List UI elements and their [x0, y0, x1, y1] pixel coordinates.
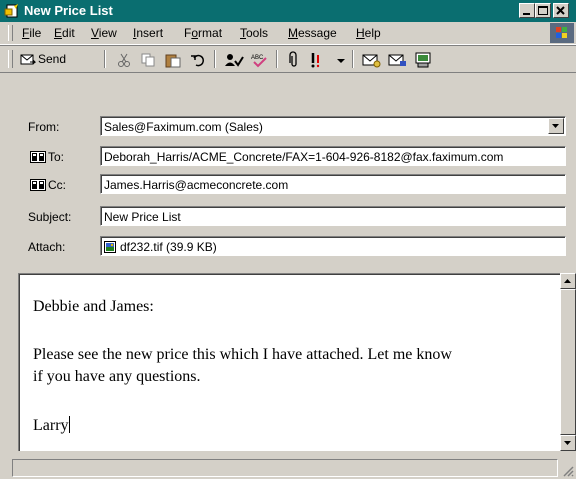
from-label: From: — [28, 120, 60, 134]
copy-icon[interactable] — [140, 51, 156, 69]
toolbar-separator — [104, 50, 106, 68]
vertical-scrollbar[interactable] — [560, 273, 576, 451]
close-button[interactable] — [553, 3, 569, 18]
undo-icon[interactable] — [190, 51, 206, 69]
windows-logo-icon — [550, 23, 574, 43]
priority-icon[interactable] — [308, 51, 330, 69]
subject-field[interactable]: New Price List — [100, 206, 566, 226]
body-greeting: Debbie and James: — [33, 298, 154, 315]
minimize-icon — [523, 13, 530, 15]
resize-grip-icon[interactable] — [562, 465, 574, 477]
toolbar-grip[interactable] — [8, 50, 13, 68]
svg-text:ABC: ABC — [251, 55, 264, 61]
menu-file[interactable]: File — [22, 26, 41, 40]
from-select[interactable]: Sales@Faximum.com (Sales) — [100, 116, 566, 136]
menu-view[interactable]: View — [91, 26, 117, 40]
scroll-down-button[interactable] — [560, 435, 576, 451]
menu-bar: File Edit View Insert Format Tools Messa… — [0, 22, 576, 45]
body-line-2: if you have any questions. — [33, 368, 201, 385]
menu-insert[interactable]: Insert — [133, 26, 163, 40]
menubar-grip[interactable] — [8, 25, 13, 41]
message-body[interactable]: Debbie and James: Please see the new pri… — [18, 273, 560, 451]
body-line-1: Please see the new price this which I ha… — [33, 346, 452, 363]
attach-label: Attach: — [28, 240, 66, 254]
close-icon — [556, 6, 565, 15]
menu-edit[interactable]: Edit — [54, 26, 75, 40]
maximize-button[interactable] — [535, 3, 551, 18]
send-button[interactable]: Send — [18, 51, 94, 69]
to-label[interactable]: To: — [48, 150, 64, 164]
toolbar-separator — [214, 50, 216, 68]
text-caret — [68, 416, 70, 433]
send-icon — [20, 54, 36, 65]
attachment-name[interactable]: df232.tif (39.9 KB) — [120, 240, 217, 254]
encrypt-message-icon[interactable] — [388, 51, 408, 69]
scroll-thumb[interactable] — [560, 289, 576, 435]
body-signature: Larry — [33, 416, 70, 434]
address-book-icon[interactable] — [30, 151, 46, 163]
status-bar — [0, 456, 576, 479]
attach-icon[interactable] — [288, 51, 300, 69]
toolbar-separator — [276, 50, 278, 68]
menu-message[interactable]: Message — [288, 26, 337, 40]
chevron-up-icon — [564, 279, 571, 283]
check-names-icon[interactable] — [224, 51, 244, 69]
cc-label[interactable]: Cc: — [48, 178, 66, 192]
chevron-down-icon — [552, 124, 559, 128]
title-bar[interactable]: New Price List — [0, 0, 576, 22]
image-file-icon — [104, 241, 116, 253]
chevron-down-icon — [564, 441, 571, 445]
new-message-icon — [4, 4, 18, 18]
subject-label: Subject: — [28, 210, 72, 224]
attachment-field[interactable]: df232.tif (39.9 KB) — [100, 236, 566, 256]
cc-field[interactable]: James.Harris@acmeconcrete.com — [100, 174, 566, 194]
address-book-icon[interactable] — [30, 179, 46, 191]
menu-help[interactable]: Help — [356, 26, 381, 40]
minimize-button[interactable] — [519, 3, 535, 18]
to-field[interactable]: Deborah_Harris/ACME_Concrete/FAX=1-604-9… — [100, 146, 566, 166]
cut-icon[interactable] — [116, 51, 132, 69]
sign-message-icon[interactable] — [362, 51, 382, 69]
spelling-icon[interactable]: ABC — [250, 51, 268, 69]
menu-format[interactable]: Format — [184, 26, 222, 40]
maximize-icon — [538, 6, 548, 15]
from-dropdown-button[interactable] — [548, 118, 564, 134]
scroll-up-button[interactable] — [560, 273, 576, 289]
toolbar-separator — [352, 50, 354, 68]
menu-tools[interactable]: Tools — [240, 26, 268, 40]
paste-icon[interactable] — [164, 51, 182, 69]
status-panel — [12, 459, 558, 477]
window-title: New Price List — [24, 3, 113, 18]
toolbar: Send ABC — [0, 45, 576, 73]
from-value: Sales@Faximum.com (Sales) — [104, 120, 263, 134]
offline-icon[interactable] — [414, 51, 434, 69]
chevron-down-icon[interactable] — [336, 51, 346, 69]
